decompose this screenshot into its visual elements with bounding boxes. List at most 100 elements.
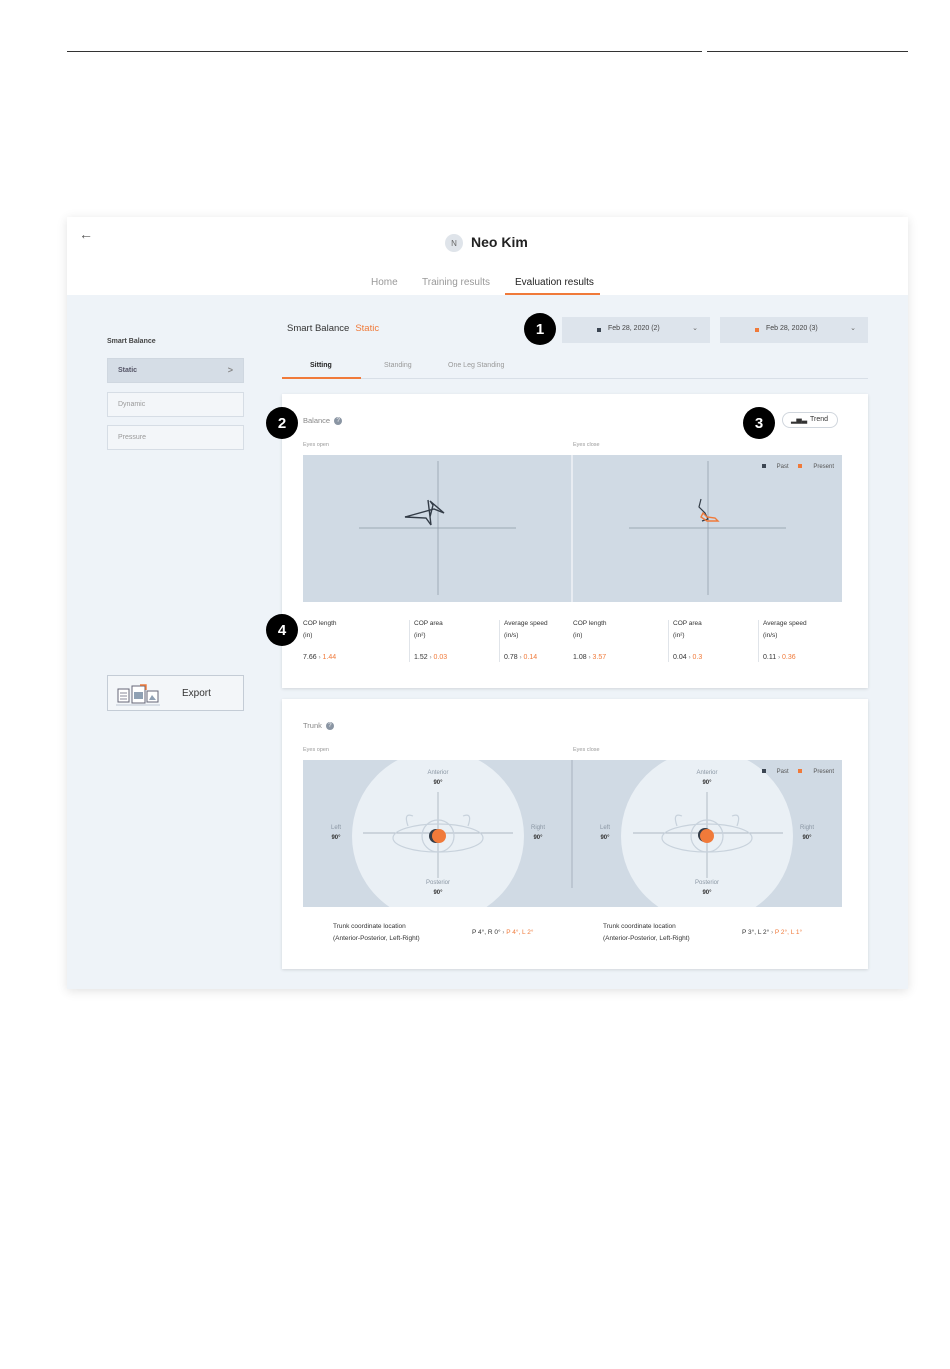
trend-label: Trend bbox=[810, 416, 829, 423]
export-icon bbox=[116, 684, 160, 706]
cop-trace-chart bbox=[359, 455, 786, 602]
sidebar-item-label: Static bbox=[118, 367, 138, 374]
metric-unit: (in²) bbox=[414, 632, 426, 639]
chevron-right-icon: > bbox=[227, 365, 233, 375]
callout-3: 3 bbox=[743, 407, 775, 439]
tab-evaluation-results[interactable]: Evaluation results bbox=[515, 277, 594, 288]
metric-label: COP area bbox=[673, 620, 702, 627]
divider bbox=[499, 620, 500, 662]
eyes-close-label: Eyes close bbox=[573, 442, 600, 448]
left-label: Left 90° bbox=[599, 825, 610, 841]
eyes-open-label: Eyes open bbox=[303, 747, 329, 753]
metric-cop-length-close: COP length (in) 1.08 › 3.57 bbox=[573, 620, 607, 661]
balance-title-text: Balance bbox=[303, 416, 331, 425]
metric-unit: (in) bbox=[573, 632, 583, 639]
metric-present: 0.36 bbox=[782, 654, 796, 661]
header-rule-right bbox=[707, 51, 908, 52]
metric-average-speed-open: Average speed (in/s) 0.78 › 0.14 bbox=[504, 620, 548, 661]
callout-2: 2 bbox=[266, 407, 298, 439]
sidebar-item-static[interactable]: Static > bbox=[107, 358, 244, 383]
location-label-2: (Anterior-Posterior, Left-Right) bbox=[333, 935, 420, 942]
help-icon[interactable]: ? bbox=[334, 417, 343, 426]
metric-present: 3.57 bbox=[592, 654, 607, 661]
posterior-label: Posterior 90° bbox=[694, 880, 719, 896]
sub-tab-divider bbox=[282, 378, 868, 379]
trunk-location-label-close: Trunk coordinate location (Anterior-Post… bbox=[603, 921, 690, 945]
tab-training-results[interactable]: Training results bbox=[422, 277, 490, 288]
date-select-label: Feb 28, 2020 (3) bbox=[766, 325, 818, 332]
chevron-down-icon: ⌄ bbox=[692, 325, 698, 332]
heading-text: Smart Balance bbox=[287, 323, 350, 334]
date-select-present[interactable]: Feb 28, 2020 (3) ⌄ bbox=[720, 317, 868, 343]
metric-past: 7.66 bbox=[303, 654, 317, 661]
trunk-title-text: Trunk bbox=[303, 721, 322, 730]
metric-past: 0.11 bbox=[763, 654, 777, 661]
avatar: N bbox=[445, 234, 463, 252]
trunk-title: Trunk? bbox=[303, 721, 334, 731]
trunk-past: P 3°, L 2° bbox=[742, 929, 770, 936]
metric-past: 0.78 bbox=[504, 654, 518, 661]
heading-accent: Static bbox=[355, 323, 380, 334]
app-screenshot: ← N Neo Kim Home Training results Evalua… bbox=[67, 217, 908, 989]
metric-label: Average speed bbox=[504, 620, 548, 627]
trunk-result-open: P 4°, R 0° › P 4°, L 2° bbox=[472, 929, 534, 936]
past-color-dot bbox=[597, 328, 601, 332]
metric-present: 0.3 bbox=[692, 654, 703, 661]
help-icon[interactable]: ? bbox=[325, 722, 334, 731]
divider bbox=[409, 620, 410, 662]
metric-label: Average speed bbox=[763, 620, 807, 627]
divider bbox=[758, 620, 759, 662]
metric-present: 1.44 bbox=[322, 654, 337, 661]
tab-home[interactable]: Home bbox=[371, 277, 398, 288]
metric-label: COP length bbox=[573, 620, 607, 627]
chart-legend: Past Present bbox=[754, 464, 834, 470]
metric-label: COP area bbox=[414, 620, 443, 627]
trunk-position-chart bbox=[352, 760, 793, 907]
present-color-dot bbox=[755, 328, 759, 332]
left-label: Left 90° bbox=[330, 825, 341, 841]
date-select-past[interactable]: Feb 28, 2020 (2) ⌄ bbox=[562, 317, 710, 343]
callout-1: 1 bbox=[524, 313, 556, 345]
right-label: Right 90° bbox=[530, 825, 545, 841]
user-name: Neo Kim bbox=[471, 234, 528, 250]
tab-sitting[interactable]: Sitting bbox=[310, 362, 332, 369]
metric-label: COP length bbox=[303, 620, 337, 627]
metric-past: 0.04 bbox=[673, 654, 687, 661]
bar-chart-icon: ▂▅▃ bbox=[791, 417, 808, 424]
anterior-label: Anterior 90° bbox=[696, 770, 718, 786]
metric-cop-area-close: COP area (in²) 0.04 › 0.3 bbox=[673, 620, 703, 661]
metric-unit: (in/s) bbox=[504, 632, 519, 639]
legend-present: Present bbox=[813, 464, 834, 470]
legend-past: Past bbox=[776, 769, 789, 775]
trunk-location-label-open: Trunk coordinate location (Anterior-Post… bbox=[333, 921, 420, 945]
metric-unit: (in²) bbox=[673, 632, 685, 639]
balance-title: Balance? bbox=[303, 416, 343, 426]
sidebar-item-label: Dynamic bbox=[118, 401, 146, 408]
metric-unit: (in) bbox=[303, 632, 313, 639]
chevron-down-icon: ⌄ bbox=[850, 325, 856, 332]
divider bbox=[668, 620, 669, 662]
tab-one-leg-standing[interactable]: One Leg Standing bbox=[448, 362, 504, 369]
eyes-open-label: Eyes open bbox=[303, 442, 329, 448]
trunk-card: Trunk? Eyes open Eyes close Past Present… bbox=[282, 699, 868, 969]
eyes-close-label: Eyes close bbox=[573, 747, 600, 753]
active-sub-tab-indicator bbox=[282, 377, 361, 379]
active-tab-indicator bbox=[505, 293, 600, 295]
page-title: Smart Balance Static bbox=[287, 323, 379, 334]
trunk-present: P 4°, L 2° bbox=[506, 929, 534, 936]
sidebar-item-label: Pressure bbox=[118, 434, 147, 441]
location-label-1: Trunk coordinate location bbox=[603, 923, 676, 930]
anterior-label: Anterior 90° bbox=[427, 770, 449, 786]
trend-button[interactable]: ▂▅▃ Trend bbox=[782, 412, 838, 428]
sidebar-item-dynamic[interactable]: Dynamic bbox=[107, 392, 244, 417]
sidebar-item-pressure[interactable]: Pressure bbox=[107, 425, 244, 450]
metric-past: 1.08 bbox=[573, 654, 587, 661]
export-button[interactable]: Export bbox=[107, 675, 244, 711]
location-label-1: Trunk coordinate location bbox=[333, 923, 406, 930]
metric-cop-length-open: COP length (in) 7.66 › 1.44 bbox=[303, 620, 337, 661]
metric-cop-area-open: COP area (in²) 1.52 › 0.03 bbox=[414, 620, 448, 661]
trunk-past: P 4°, R 0° bbox=[472, 929, 501, 936]
tab-standing[interactable]: Standing bbox=[384, 362, 412, 369]
balance-plot: Past Present bbox=[303, 455, 842, 602]
arrow-left-icon[interactable]: ← bbox=[79, 226, 93, 242]
